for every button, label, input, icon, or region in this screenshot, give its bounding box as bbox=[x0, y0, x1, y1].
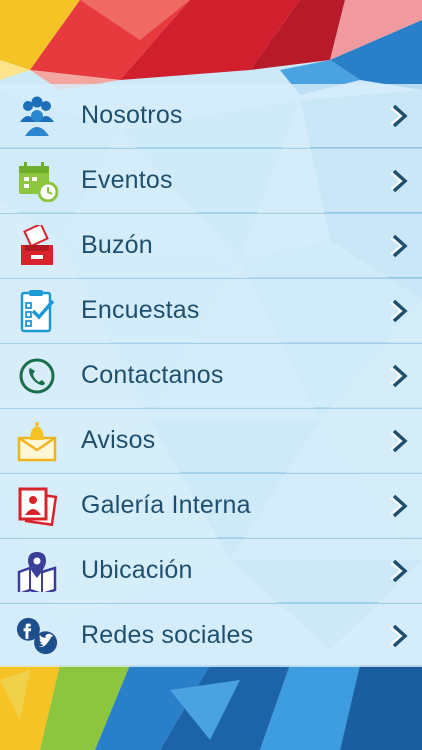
menu-item-label: Encuestas bbox=[81, 296, 200, 324]
chevron-right-icon bbox=[386, 621, 412, 651]
menu-item-nosotros[interactable]: Nosotros bbox=[0, 84, 422, 147]
menu-item-ubicacion[interactable]: Ubicación bbox=[0, 538, 422, 602]
gallery-icon bbox=[15, 484, 59, 528]
chevron-right-icon bbox=[386, 166, 412, 196]
main-menu: Nosotros Eventos Buzón Encuestas Contact… bbox=[0, 84, 422, 668]
menu-item-label: Avisos bbox=[81, 426, 156, 454]
menu-item-label: Buzón bbox=[81, 231, 153, 259]
menu-item-label: Contactanos bbox=[81, 361, 224, 389]
chevron-right-icon bbox=[386, 556, 412, 586]
bell-envelope-icon bbox=[15, 419, 59, 463]
menu-item-buzon[interactable]: Buzón bbox=[0, 213, 422, 277]
menu-item-eventos[interactable]: Eventos bbox=[0, 148, 422, 212]
social-icon bbox=[15, 614, 59, 658]
menu-item-label: Nosotros bbox=[81, 101, 183, 129]
menu-item-label: Ubicación bbox=[81, 556, 193, 584]
chevron-right-icon bbox=[386, 361, 412, 391]
chevron-right-icon bbox=[386, 231, 412, 261]
group-icon bbox=[15, 94, 59, 138]
map-pin-icon bbox=[15, 549, 59, 593]
menu-item-galeria-interna[interactable]: Galería Interna bbox=[0, 473, 422, 537]
calendar-icon bbox=[15, 159, 59, 203]
phone-icon bbox=[15, 354, 59, 398]
survey-icon bbox=[15, 289, 59, 333]
mailbox-icon bbox=[15, 224, 59, 268]
chevron-right-icon bbox=[386, 491, 412, 521]
chevron-right-icon bbox=[386, 101, 412, 131]
menu-item-label: Eventos bbox=[81, 166, 173, 194]
menu-item-encuestas[interactable]: Encuestas bbox=[0, 278, 422, 342]
menu-item-label: Galería Interna bbox=[81, 491, 251, 519]
chevron-right-icon bbox=[386, 426, 412, 456]
chevron-right-icon bbox=[386, 296, 412, 326]
menu-item-contactanos[interactable]: Contactanos bbox=[0, 343, 422, 407]
menu-item-label: Redes sociales bbox=[81, 621, 254, 649]
menu-item-redes-sociales[interactable]: Redes sociales bbox=[0, 603, 422, 667]
menu-item-avisos[interactable]: Avisos bbox=[0, 408, 422, 472]
